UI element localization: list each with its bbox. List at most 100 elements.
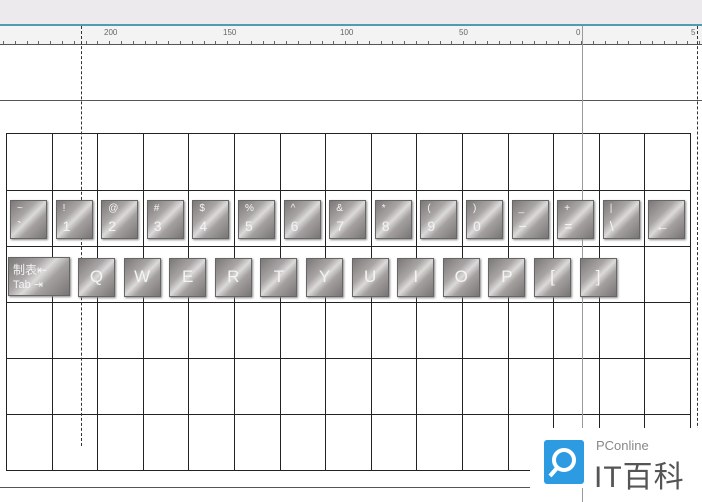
ruler-tick	[333, 41, 335, 44]
search-icon	[544, 440, 584, 484]
key-label: [	[550, 267, 555, 286]
key-e[interactable]: E	[169, 258, 207, 297]
key-label: ←	[655, 218, 670, 234]
ruler-tick	[427, 41, 429, 44]
ruler-tick	[380, 41, 382, 44]
key[interactable]: #3	[146, 200, 184, 239]
key-label: R	[227, 267, 240, 286]
key-o[interactable]: O	[442, 258, 480, 297]
ruler-tick	[73, 41, 75, 44]
key-label: 9	[427, 218, 436, 234]
key[interactable]: + =	[557, 200, 595, 239]
ruler-tick	[616, 41, 618, 44]
key-p[interactable]: P	[488, 258, 526, 297]
key[interactable]: $4	[192, 200, 230, 239]
key-label: O	[454, 267, 468, 286]
key-label: +	[564, 203, 571, 214]
ruler-label: 0	[576, 28, 581, 37]
grid-row-line	[6, 302, 690, 303]
key-label: |	[609, 203, 613, 214]
ruler-tick	[62, 41, 63, 44]
key-label: T	[273, 267, 285, 286]
ruler-tick	[85, 41, 87, 44]
key-q[interactable]: Q	[78, 258, 115, 297]
ruler-tick	[557, 41, 559, 44]
grid-row-line	[6, 133, 690, 134]
key-label: &	[336, 203, 343, 214]
ruler-tick	[132, 41, 134, 44]
key[interactable]: ! 1	[55, 200, 93, 239]
ruler-tick	[451, 41, 453, 44]
key[interactable]: ~ `	[10, 200, 47, 239]
key[interactable]: & 7	[329, 200, 367, 239]
ruler-tick	[321, 41, 323, 44]
key-label: _	[518, 203, 525, 214]
ruler-tick	[392, 41, 394, 44]
grid-row-line	[6, 246, 690, 247]
key-label: ]	[595, 267, 601, 286]
ruler-tick	[663, 41, 665, 44]
key-w[interactable]: W	[123, 258, 161, 297]
key[interactable]: ^ 6	[283, 200, 321, 239]
key-label: 2	[108, 218, 116, 234]
key-label: W	[134, 267, 151, 286]
ruler-tick	[121, 41, 122, 44]
ruler-tick	[345, 41, 347, 44]
ruler-label: 200	[104, 28, 118, 37]
horizontal-ruler[interactable]: 200 150 100 50 0 5	[0, 26, 702, 45]
key-label: =	[564, 218, 573, 234]
tab-key[interactable]: 制表⇤ Tab ⇥	[8, 257, 70, 296]
ruler-tick	[227, 41, 229, 44]
key-label: (	[427, 203, 431, 214]
key[interactable]: % 5	[238, 200, 275, 239]
key-label: Tab ⇥	[13, 279, 44, 291]
key[interactable]: _ −	[511, 200, 549, 239]
ruler-tick	[522, 41, 524, 44]
margin-marker[interactable]	[697, 26, 698, 446]
key[interactable]: * 8	[374, 200, 412, 239]
ruler-tick	[652, 41, 653, 44]
key[interactable]: (9	[420, 200, 458, 239]
ruler-tick	[510, 41, 512, 44]
key[interactable]: | \	[602, 200, 640, 239]
key[interactable]: ) 0	[466, 200, 503, 239]
ruler-tick	[168, 41, 170, 44]
ruler-tick	[545, 41, 547, 44]
key-label: 8	[381, 218, 390, 234]
key-[[interactable]: [	[534, 258, 571, 297]
ruler-tick	[97, 41, 99, 44]
key-label: `	[17, 218, 22, 234]
ruler-tick	[368, 41, 370, 44]
key-label: 制表⇤	[13, 263, 48, 277]
ruler-tick	[26, 41, 28, 44]
key-label: 7	[336, 218, 344, 234]
key-r[interactable]: R	[214, 258, 252, 297]
key-label: *	[381, 203, 386, 214]
key-y[interactable]: Y	[306, 258, 343, 297]
key-i[interactable]: I	[397, 258, 435, 297]
key-label: 1	[62, 218, 71, 234]
key-label: 3	[153, 218, 162, 234]
ruler-tick	[286, 41, 288, 44]
key-label: 0	[473, 218, 481, 234]
key-label: !	[62, 203, 66, 214]
ruler-label: 100	[340, 28, 354, 37]
key-label: 6	[290, 218, 299, 234]
grid-row-line	[6, 358, 690, 359]
key-][interactable]: ]	[579, 258, 617, 297]
key-label: )	[473, 203, 477, 214]
key[interactable]: ←	[648, 200, 686, 239]
key-u[interactable]: U	[351, 258, 389, 297]
key-label: ^	[290, 203, 296, 214]
key-label: $	[199, 203, 205, 214]
ruler-tick	[593, 41, 594, 44]
ruler-tick	[498, 41, 500, 44]
ruler-tick	[569, 41, 571, 44]
key[interactable]: @2	[101, 200, 139, 239]
key-t[interactable]: T	[260, 258, 298, 297]
key-label: ~	[17, 203, 23, 214]
ruler-tick	[309, 41, 311, 44]
ruler-tick	[191, 41, 193, 44]
ruler-label: 5	[691, 28, 696, 37]
ruler-tick	[274, 41, 276, 44]
